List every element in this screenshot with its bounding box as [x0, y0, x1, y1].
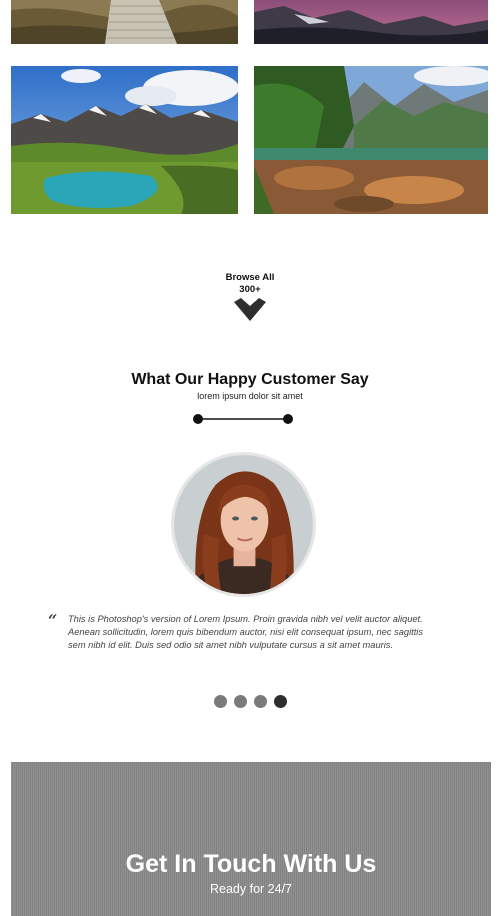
contact-subtitle: Ready for 24/7	[210, 882, 292, 896]
gallery-image-dusk-mountains[interactable]	[254, 0, 488, 44]
carousel-dot-3[interactable]	[253, 695, 267, 708]
testimonial-quote: This is Photoshop's version of Lorem Ips…	[68, 614, 424, 650]
customer-avatar	[171, 452, 316, 597]
section-divider	[193, 414, 293, 424]
browse-all-link[interactable]: Browse All 300+	[0, 272, 500, 322]
gallery-image-alpine-lake[interactable]	[11, 66, 238, 214]
carousel-pagination	[0, 695, 500, 708]
gallery-image-boardwalk[interactable]	[11, 0, 238, 44]
quote-icon: “	[48, 611, 58, 630]
contact-banner: Get In Touch With Us Ready for 24/7	[11, 762, 491, 916]
carousel-dot-1[interactable]	[213, 695, 227, 708]
browse-all-label: Browse All	[225, 272, 275, 283]
carousel-dot-4[interactable]	[273, 695, 287, 708]
carousel-dot-2[interactable]	[233, 695, 247, 708]
chevron-down-icon	[234, 298, 266, 321]
contact-title: Get In Touch With Us	[125, 850, 377, 878]
gallery-image-forest-lake[interactable]	[254, 66, 488, 214]
testimonials-title: What Our Happy Customer Say	[131, 371, 369, 388]
testimonials-subtitle: lorem ipsum dolor sit amet	[197, 391, 303, 401]
browse-count-label: 300+	[239, 284, 261, 295]
